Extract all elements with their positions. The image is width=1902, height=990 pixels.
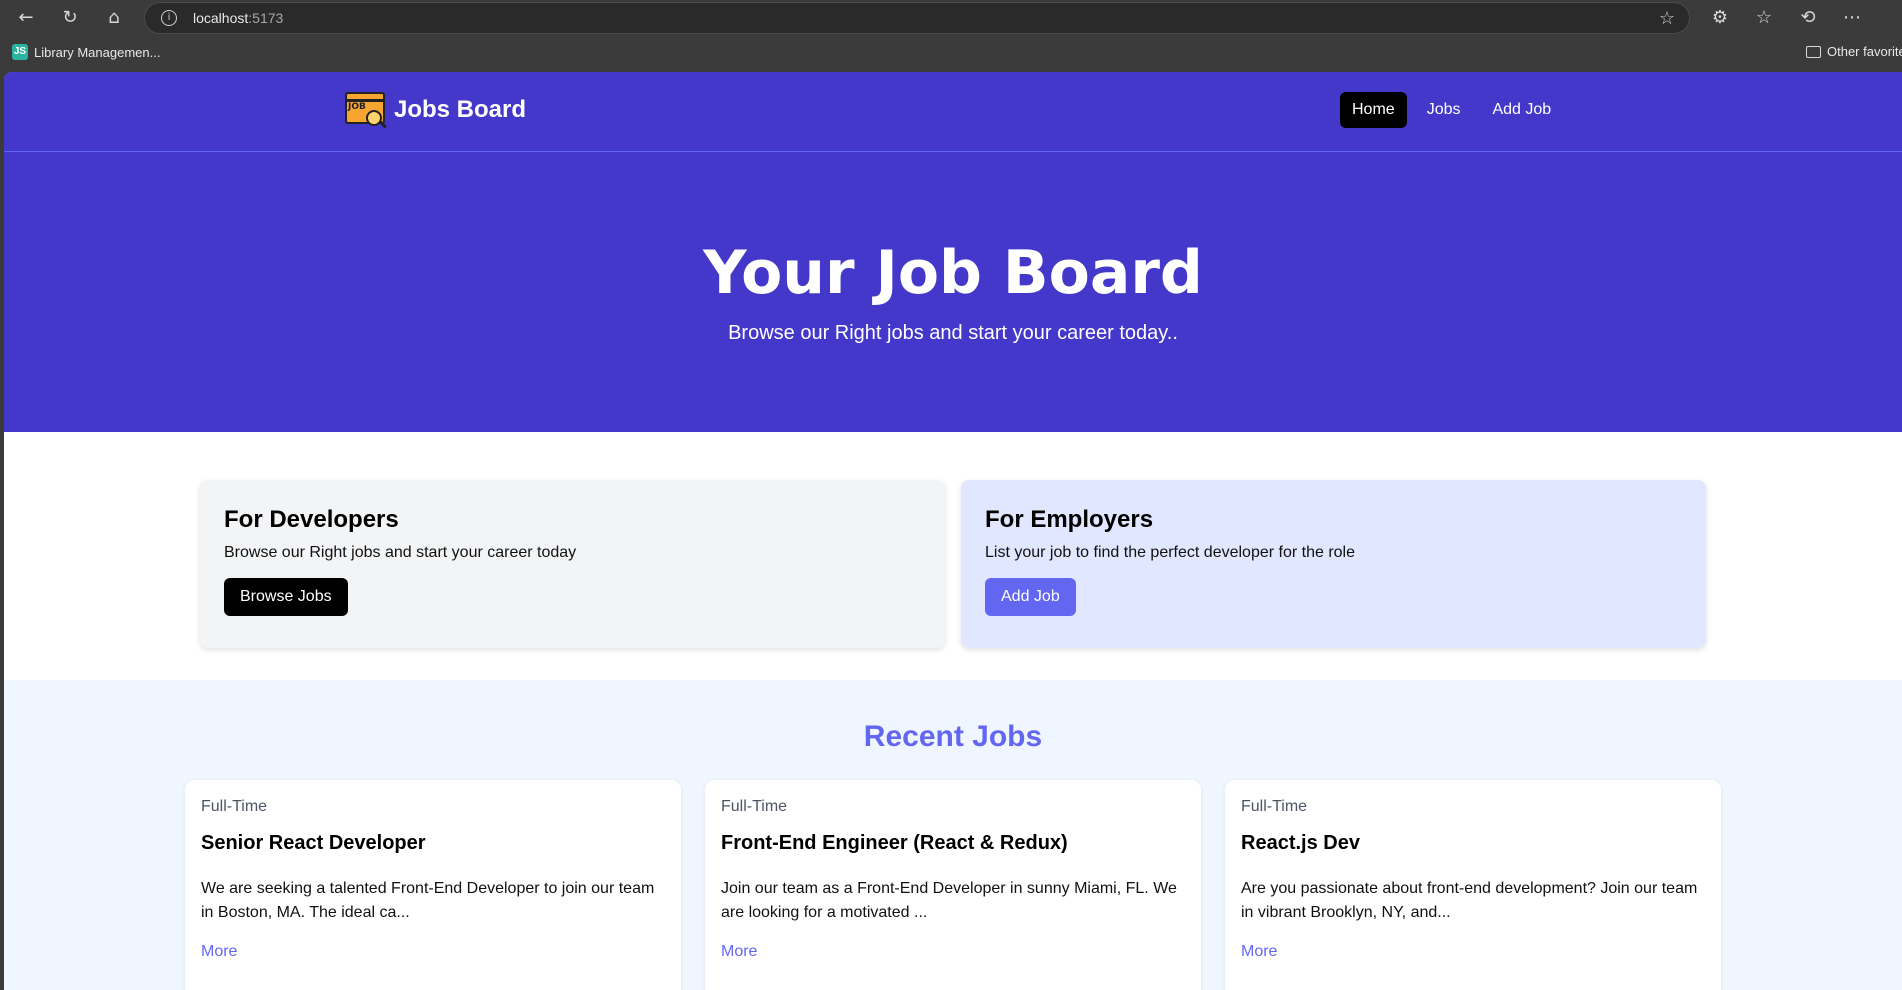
history-icon[interactable]: ⟲ bbox=[1796, 6, 1820, 30]
back-icon[interactable]: ← bbox=[14, 6, 38, 30]
job-more-link[interactable]: More bbox=[201, 943, 665, 961]
favorites-icon[interactable]: ☆ bbox=[1752, 6, 1776, 30]
recent-jobs-section: Recent Jobs Full-Time Senior React Devel… bbox=[4, 680, 1902, 990]
recent-jobs-title: Recent Jobs bbox=[863, 720, 1043, 753]
extensions-icon[interactable]: ⚙ bbox=[1708, 6, 1732, 30]
brand-name: Jobs Board bbox=[394, 96, 527, 123]
hero-subtitle: Browse our Right jobs and start your car… bbox=[728, 322, 1178, 344]
job-card: Full-Time Front-End Engineer (React & Re… bbox=[705, 780, 1201, 990]
favorites-bar: JS Library Managemen... Other favorite bbox=[0, 36, 1902, 70]
url-text: localhost:5173 bbox=[193, 10, 284, 26]
favorite-star-icon[interactable]: ☆ bbox=[1659, 8, 1675, 29]
job-type: Full-Time bbox=[721, 798, 788, 815]
jobs-logo-icon: JOB bbox=[344, 90, 387, 130]
job-more-link[interactable]: More bbox=[721, 943, 1185, 961]
job-more-link[interactable]: More bbox=[1241, 943, 1705, 961]
job-title: Front-End Engineer (React & Redux) bbox=[721, 832, 1068, 854]
home-icon[interactable]: ⌂ bbox=[102, 6, 126, 30]
other-favorites[interactable]: Other favorite bbox=[1806, 44, 1902, 59]
nav-jobs[interactable]: Jobs bbox=[1415, 92, 1473, 128]
folder-icon bbox=[1806, 45, 1821, 58]
developers-card: For Developers Browse our Right jobs and… bbox=[200, 480, 945, 648]
reload-icon[interactable]: ↻ bbox=[58, 6, 82, 30]
job-description: We are seeking a talented Front-End Deve… bbox=[201, 880, 655, 921]
navbar: JOB Jobs Board Home Jobs Add Job bbox=[4, 72, 1902, 152]
nav-add-job[interactable]: Add Job bbox=[1480, 92, 1563, 128]
bookmark-icon: JS bbox=[12, 44, 28, 60]
job-type: Full-Time bbox=[201, 798, 268, 815]
browse-jobs-button[interactable]: Browse Jobs bbox=[224, 578, 348, 616]
bookmark-library[interactable]: JS Library Managemen... bbox=[12, 44, 160, 60]
job-title: Senior React Developer bbox=[201, 832, 426, 854]
employers-card: For Employers List your job to find the … bbox=[961, 480, 1706, 648]
nav-links: Home Jobs Add Job bbox=[1340, 92, 1563, 128]
job-type: Full-Time bbox=[1241, 798, 1308, 815]
site-info-icon[interactable]: i bbox=[161, 10, 177, 26]
job-card: Full-Time React.js Dev Are you passionat… bbox=[1225, 780, 1721, 990]
nav-home[interactable]: Home bbox=[1340, 92, 1407, 128]
role-cards: For Developers Browse our Right jobs and… bbox=[200, 480, 1706, 650]
employers-card-text: List your job to find the perfect develo… bbox=[985, 544, 1355, 561]
add-job-button[interactable]: Add Job bbox=[985, 578, 1076, 616]
developers-card-text: Browse our Right jobs and start your car… bbox=[224, 544, 577, 561]
employers-card-title: For Employers bbox=[985, 506, 1154, 533]
hero-title: Your Job Board bbox=[703, 238, 1203, 308]
job-description: Join our team as a Front-End Developer i… bbox=[721, 880, 1177, 921]
hero: Your Job Board Browse our Right jobs and… bbox=[4, 152, 1902, 432]
brand[interactable]: JOB Jobs Board bbox=[344, 90, 526, 130]
job-description: Are you passionate about front-end devel… bbox=[1241, 880, 1698, 921]
job-title: React.js Dev bbox=[1241, 832, 1360, 854]
browser-toolbar: ← ↻ ⌂ i localhost:5173 ☆ ⚙ ☆ ⟲ ⋯ bbox=[0, 0, 1902, 36]
developers-card-title: For Developers bbox=[224, 506, 399, 533]
job-card: Full-Time Senior React Developer We are … bbox=[185, 780, 681, 990]
address-bar[interactable]: i localhost:5173 ☆ bbox=[144, 2, 1690, 34]
page-viewport: JOB Jobs Board Home Jobs Add Job Your Jo… bbox=[4, 72, 1902, 990]
more-menu-icon[interactable]: ⋯ bbox=[1840, 6, 1864, 30]
